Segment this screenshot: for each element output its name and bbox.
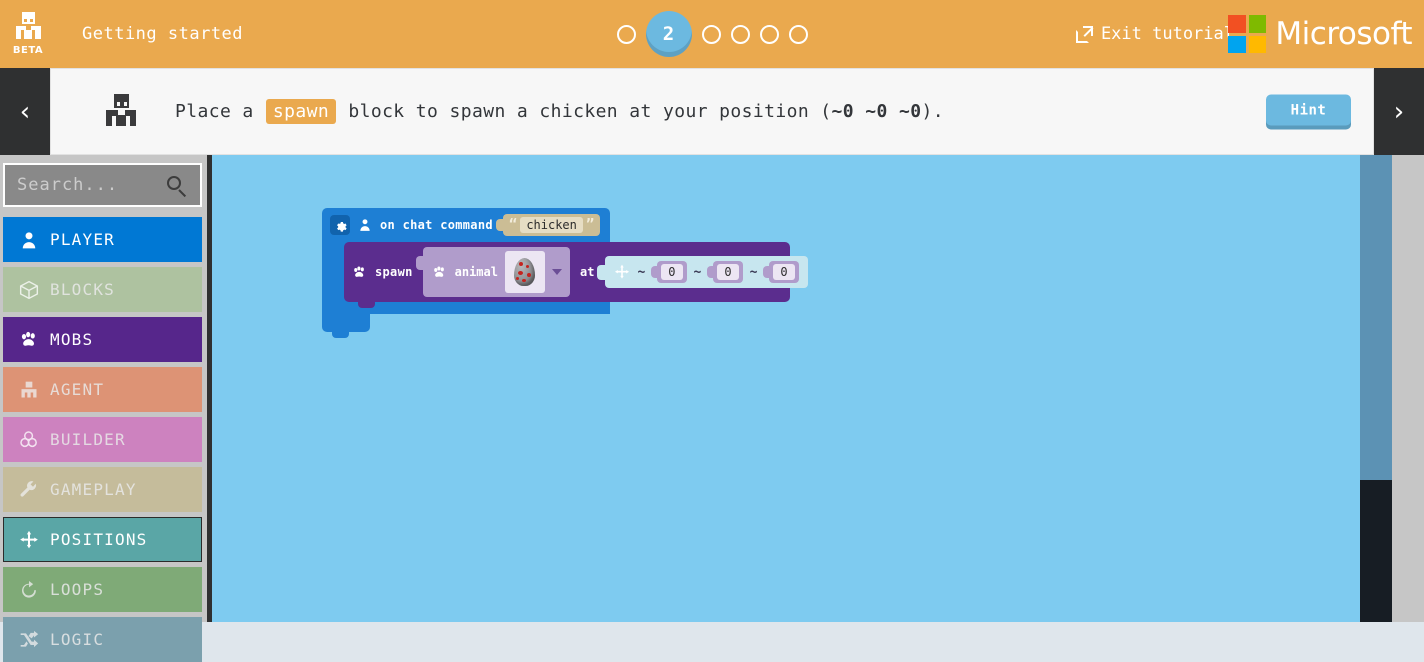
search-field[interactable]	[3, 163, 202, 207]
agent-icon	[18, 379, 40, 401]
instruction-text-mid: block to spawn a chicken at your positio…	[348, 101, 832, 122]
tilde-y: ~	[693, 264, 702, 280]
toolbox-sidebar: PLAYER BLOCKS MOBS AGENT BUILDER	[0, 155, 207, 662]
step-dot-5[interactable]	[759, 24, 779, 44]
external-link-icon	[1075, 25, 1094, 43]
top-header: BETA Getting started 2 Exit tutorial Mic…	[0, 0, 1424, 68]
step-dot-2-active[interactable]: 2	[645, 11, 692, 57]
sidebar-item-label: LOGIC	[50, 630, 105, 649]
sidebar-item-agent[interactable]: AGENT	[3, 367, 202, 412]
paw-icon	[431, 265, 448, 280]
coord-z-field[interactable]: 0	[763, 261, 799, 283]
sidebar-item-label: GAMEPLAY	[50, 480, 137, 499]
sidebar-item-gameplay[interactable]: GAMEPLAY	[3, 467, 202, 512]
instruction-bar: ‹ Place a spawn block to spawn a chicken…	[0, 68, 1424, 155]
coord-z-value[interactable]: 0	[773, 264, 795, 280]
chat-command-value[interactable]: chicken	[520, 217, 583, 233]
chat-command-string-field[interactable]: “ chicken ”	[495, 214, 601, 236]
step-dot-6[interactable]	[788, 24, 808, 44]
instruction-coords: ~0 ~0 ~0	[831, 101, 922, 122]
instruction-keyword: spawn	[265, 99, 337, 124]
sidebar-item-positions[interactable]: POSITIONS	[3, 517, 202, 562]
app-logo[interactable]: BETA	[0, 0, 56, 68]
instruction-card: Place a spawn block to spawn a chicken a…	[50, 68, 1374, 155]
position-block[interactable]: ~ 0 ~ 0 ~ 0	[597, 256, 808, 288]
instruction-text-after: ).	[921, 101, 944, 122]
tilde-x: ~	[637, 264, 646, 280]
sidebar-item-builder[interactable]: BUILDER	[3, 417, 202, 462]
block-stack: on chat command “ chicken ” spawn animal…	[322, 208, 808, 338]
sidebar-item-label: BUILDER	[50, 430, 126, 449]
person-icon	[358, 217, 372, 233]
sidebar-item-label: POSITIONS	[50, 530, 148, 549]
compass-icon	[614, 264, 630, 280]
close-quote: ”	[585, 217, 595, 233]
workspace-right-panel	[1360, 155, 1392, 480]
beta-badge: BETA	[12, 45, 44, 56]
sidebar-item-logic[interactable]: LOGIC	[3, 617, 202, 662]
sidebar-item-mobs[interactable]: MOBS	[3, 317, 202, 362]
sidebar-item-label: LOOPS	[50, 580, 105, 599]
animal-dropdown-label: animal	[454, 265, 498, 279]
coord-y-value[interactable]: 0	[717, 264, 739, 280]
person-icon	[18, 229, 40, 251]
page-title: Getting started	[82, 24, 244, 44]
microsoft-wordmark: Microsoft	[1275, 16, 1412, 52]
gear-icon[interactable]	[330, 215, 350, 235]
compass-icon	[18, 529, 40, 551]
event-block-body: spawn animal at ~ 0 ~ 0 ~ 0	[322, 242, 808, 314]
sidebar-item-blocks[interactable]: BLOCKS	[3, 267, 202, 312]
sidebar-item-label: BLOCKS	[50, 280, 115, 299]
instruction-text: Place a spawn block to spawn a chicken a…	[175, 99, 944, 124]
event-block-footer	[322, 314, 370, 338]
coord-x-value[interactable]: 0	[661, 264, 683, 280]
main-area: PLAYER BLOCKS MOBS AGENT BUILDER	[0, 155, 1424, 662]
step-dot-4[interactable]	[730, 24, 750, 44]
loop-icon	[18, 579, 40, 601]
sidebar-item-loops[interactable]: LOOPS	[3, 567, 202, 612]
sidebar-item-label: PLAYER	[50, 230, 115, 249]
simulator-panel	[1360, 480, 1392, 622]
step-dot-1[interactable]	[616, 24, 636, 44]
search-icon	[167, 176, 188, 198]
next-step-button[interactable]: ›	[1374, 68, 1424, 155]
shuffle-icon	[18, 629, 40, 651]
paw-icon	[18, 329, 40, 351]
animal-dropdown[interactable]: animal	[415, 247, 570, 297]
coord-y-field[interactable]: 0	[707, 261, 743, 283]
search-input[interactable]	[17, 175, 188, 195]
tilde-z: ~	[749, 264, 758, 280]
microsoft-logo: Microsoft	[1228, 0, 1412, 68]
sidebar-item-label: AGENT	[50, 380, 105, 399]
instruction-text-before: Place a	[175, 101, 254, 122]
minecraft-character-icon	[103, 93, 139, 130]
spawn-egg-icon	[504, 251, 545, 293]
builder-icon	[18, 429, 40, 451]
exit-tutorial-button[interactable]: Exit tutorial	[1075, 0, 1234, 68]
wrench-icon	[18, 479, 40, 501]
paw-icon	[351, 265, 368, 280]
minecraft-character-icon	[13, 12, 43, 44]
at-label: at	[579, 265, 595, 279]
previous-step-button[interactable]: ‹	[0, 68, 50, 155]
exit-tutorial-label: Exit tutorial	[1100, 24, 1234, 44]
block-workspace[interactable]: on chat command “ chicken ” spawn animal…	[212, 155, 1392, 622]
step-dot-3[interactable]	[701, 24, 721, 44]
open-quote: “	[508, 217, 518, 233]
sidebar-item-label: MOBS	[50, 330, 94, 349]
on-chat-command-block[interactable]: on chat command “ chicken ”	[322, 208, 610, 242]
chevron-down-icon[interactable]	[551, 269, 562, 275]
microsoft-squares-icon	[1228, 15, 1267, 53]
spawn-block[interactable]: spawn animal at ~ 0 ~ 0 ~ 0	[344, 242, 808, 308]
sidebar-item-player[interactable]: PLAYER	[3, 217, 202, 262]
hint-button[interactable]: Hint	[1266, 94, 1351, 129]
coord-x-field[interactable]: 0	[651, 261, 687, 283]
event-block-label: on chat command	[380, 218, 493, 232]
cube-icon	[18, 279, 40, 301]
spawn-block-label: spawn	[375, 265, 413, 279]
